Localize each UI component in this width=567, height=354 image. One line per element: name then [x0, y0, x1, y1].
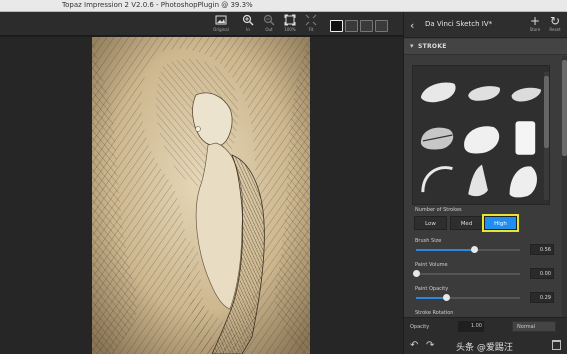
number-of-strokes-label: Number of Strokes [415, 207, 462, 213]
stroke-brush-grid[interactable] [412, 65, 550, 205]
zoom-out-button[interactable]: Out [258, 14, 280, 34]
paint-volume-slider[interactable] [413, 270, 520, 277]
paint-volume-label: Paint Volume [415, 262, 448, 268]
store-label: Store [529, 27, 541, 32]
strokes-low-option[interactable]: Low [414, 216, 447, 230]
slider-fill [416, 297, 447, 299]
zoom-in-label: In [246, 27, 250, 32]
side-by-side-button[interactable] [360, 20, 373, 32]
panel-scrollbar[interactable] [562, 56, 567, 318]
strokes-high-option[interactable]: High [482, 214, 519, 232]
opacity-label: Opacity [410, 324, 430, 330]
reset-icon: ↻ [549, 14, 561, 28]
fit-screen-label: Fit [308, 27, 314, 32]
image-icon [215, 15, 227, 25]
undo-icon[interactable]: ↶ [410, 340, 418, 351]
chevron-left-icon[interactable]: ‹ [410, 19, 414, 32]
brush-swatch[interactable] [468, 86, 501, 101]
brush-swatch[interactable] [420, 82, 456, 103]
brush-grid-scrollbar[interactable] [544, 72, 549, 200]
actual-size-button[interactable]: 100% [279, 14, 301, 34]
brush-swatch[interactable] [420, 127, 454, 150]
single-view-button[interactable] [330, 20, 343, 32]
app-window: Topaz Impression 2 V2.0.6 - PhotoshopPlu… [0, 0, 567, 354]
window-title: Topaz Impression 2 V2.0.6 - PhotoshopPlu… [62, 1, 253, 9]
zoom-out-icon [263, 14, 275, 26]
paint-opacity-value[interactable]: 0.29 [530, 292, 554, 303]
redo-icon[interactable]: ↷ [426, 340, 434, 351]
opacity-value[interactable]: 1.00 [458, 321, 484, 332]
watermark-text: 头条 @爱踢汪 [456, 343, 513, 353]
original-label: Original [213, 27, 229, 32]
blend-mode-select[interactable]: Normal [512, 321, 556, 332]
toolbar: Original In Out 100% Fit [0, 12, 403, 36]
brush-grid-scroll-thumb[interactable] [544, 76, 549, 148]
brush-swatch[interactable] [511, 87, 542, 102]
chevron-down-icon: ▾ [410, 42, 414, 50]
settings-panel: ‹ Da Vinci Sketch IV* + Store ↻ Reset ▾ … [403, 12, 567, 354]
brush-size-slider[interactable] [416, 246, 520, 253]
split-view-button[interactable] [345, 20, 358, 32]
paint-opacity-slider[interactable] [416, 294, 520, 301]
reset-label: Reset [549, 27, 561, 32]
stroke-section-header[interactable]: ▾ STROKE [404, 39, 567, 55]
view-mode-group [330, 17, 390, 32]
fit-screen-button[interactable]: Fit [300, 14, 322, 34]
paint-opacity-label: Paint Opacity [415, 286, 449, 292]
panel-scroll-thumb[interactable] [562, 60, 567, 156]
sketch-artwork-image [92, 37, 310, 354]
trash-icon[interactable] [552, 340, 561, 350]
preview-canvas[interactable] [0, 37, 403, 354]
strokes-med-option[interactable]: Med [450, 216, 483, 230]
slider-knob[interactable] [413, 270, 420, 277]
brush-swatch[interactable] [515, 121, 536, 155]
brush-size-label: Brush Size [415, 238, 442, 244]
zoom-in-button[interactable]: In [237, 14, 259, 34]
slider-fill [416, 249, 475, 251]
zoom-in-icon [242, 14, 254, 26]
actual-size-icon [284, 14, 296, 26]
brush-swatch[interactable] [509, 166, 537, 198]
title-bar: Topaz Impression 2 V2.0.6 - PhotoshopPlu… [0, 0, 567, 12]
brush-size-value[interactable]: 0.56 [530, 244, 554, 255]
zoom-out-label: Out [265, 27, 273, 32]
compare-button[interactable] [375, 20, 388, 32]
actual-size-label: 100% [284, 27, 296, 32]
reset-button[interactable]: ↻ Reset [546, 15, 564, 32]
slider-knob[interactable] [471, 246, 479, 253]
brush-swatch[interactable] [468, 164, 488, 197]
preset-name: Da Vinci Sketch IV* [425, 20, 493, 28]
brush-swatch[interactable] [421, 166, 453, 193]
fit-screen-icon [305, 14, 317, 26]
plus-icon: + [529, 14, 541, 28]
paint-volume-value[interactable]: 0.00 [530, 268, 554, 279]
original-button[interactable]: Original [210, 14, 232, 34]
store-button[interactable]: + Store [526, 15, 544, 32]
slider-knob[interactable] [443, 294, 451, 301]
stroke-rotation-label: Stroke Rotation [415, 310, 454, 316]
panel-footer: Opacity 1.00 Normal ↶ ↷ 头条 @爱踢汪 [404, 317, 567, 354]
section-title: STROKE [418, 43, 447, 50]
brush-swatch[interactable] [464, 126, 500, 154]
panel-header: ‹ Da Vinci Sketch IV* + Store ↻ Reset [404, 12, 567, 38]
